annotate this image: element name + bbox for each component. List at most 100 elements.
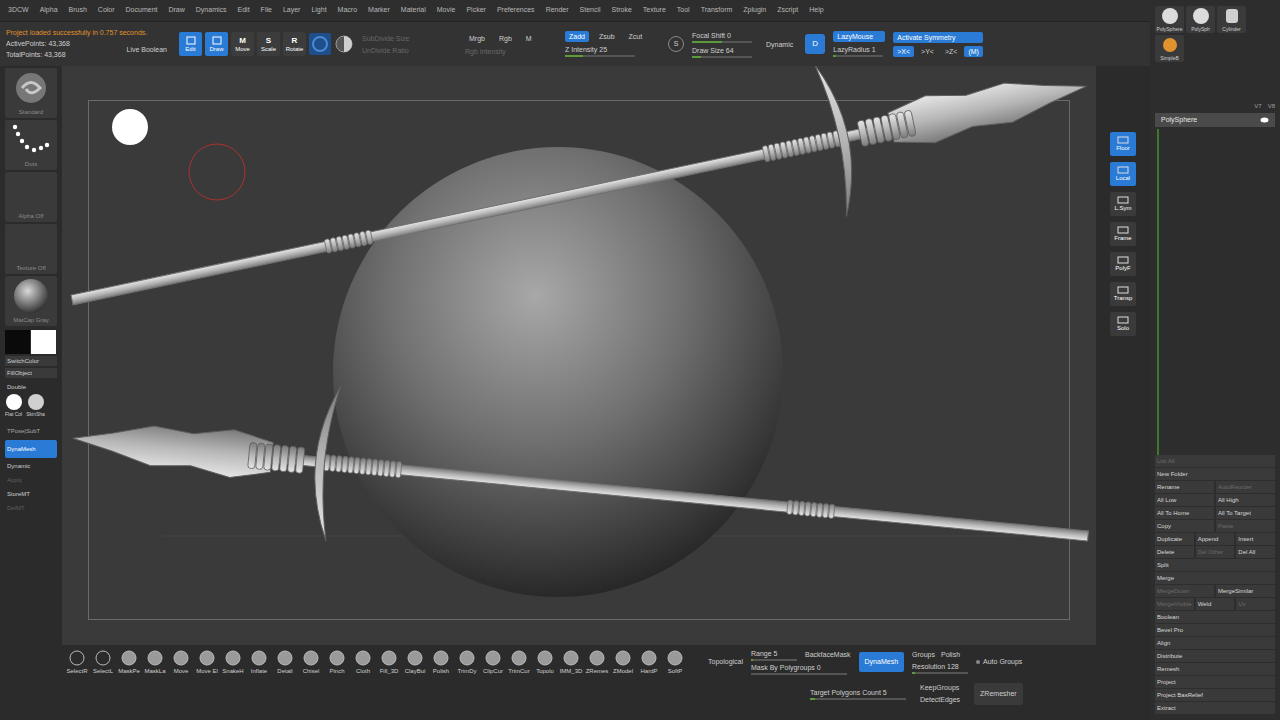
dynamic-button[interactable]: Dynamic <box>762 39 797 50</box>
menu-item[interactable]: Edit <box>238 5 250 16</box>
shelf-button[interactable]: Dynamic <box>5 460 57 472</box>
shelf-toggle[interactable]: Floor <box>1110 132 1136 156</box>
shader-button[interactable]: Flat Col <box>5 394 22 418</box>
action-button[interactable]: Project <box>1155 676 1275 688</box>
color-mode-button[interactable]: M <box>522 33 536 44</box>
lazy-radius-slider[interactable]: LazyRadius 1 <box>833 45 883 57</box>
z-mode-button[interactable]: Zadd <box>565 31 589 42</box>
resolution-slider[interactable]: Resolution 128 <box>912 662 968 674</box>
mode-button[interactable]: MMove <box>231 32 254 56</box>
axis-button[interactable]: (M) <box>964 46 983 57</box>
viewport-canvas[interactable] <box>62 66 1096 645</box>
menu-item[interactable]: Alpha <box>40 5 58 16</box>
menu-item[interactable]: Texture <box>643 5 666 16</box>
brush-slot[interactable]: Cloth <box>350 649 376 675</box>
brush-slot[interactable]: TrimCur <box>506 649 532 675</box>
transpose-icon[interactable] <box>334 34 354 54</box>
menu-item[interactable]: Marker <box>368 5 390 16</box>
shelf-thumbnail[interactable]: Standard <box>5 68 57 118</box>
menu-item[interactable]: Material <box>401 5 426 16</box>
brush-slot[interactable]: ZModel <box>610 649 636 675</box>
mode-button[interactable]: SScale <box>257 32 280 56</box>
shelf-button[interactable]: DelMT <box>5 502 57 514</box>
brush-slot[interactable]: MaskPe <box>116 649 142 675</box>
brush-slot[interactable]: Pinch <box>324 649 350 675</box>
tool-thumbnail[interactable]: PolySph <box>1186 6 1215 33</box>
symmetry-button[interactable]: Activate Symmetry <box>893 32 983 43</box>
action-button[interactable]: MergeSimilar <box>1216 585 1275 597</box>
shelf-toggle[interactable]: Solo <box>1110 312 1136 336</box>
menu-item[interactable]: Movie <box>437 5 456 16</box>
shelf-toggle[interactable]: Transp <box>1110 282 1136 306</box>
brush-slot[interactable]: SoftP <box>662 649 688 675</box>
action-button[interactable]: Boolean <box>1155 611 1275 623</box>
fill-object-button[interactable]: FillObject <box>5 368 57 378</box>
shelf-thumbnail[interactable]: Texture Off <box>5 224 57 274</box>
focal-shift-slider[interactable]: Focal Shift 0 <box>692 31 752 43</box>
action-button[interactable]: Bevel Pro <box>1155 624 1275 636</box>
shelf-button[interactable]: Apply <box>5 474 57 486</box>
rgb-intensity-slider[interactable]: Rgb Intensity <box>465 47 557 56</box>
action-button[interactable]: Duplicate <box>1155 533 1194 545</box>
shelf-toggle[interactable]: L.Sym <box>1110 192 1136 216</box>
color-mode-button[interactable]: Mrgb <box>465 33 489 44</box>
dynamesh-remesh-button[interactable]: DynaMesh <box>859 652 904 673</box>
brush-slot[interactable]: HardP <box>636 649 662 675</box>
backface-mask-button[interactable]: BackfaceMask <box>805 650 851 661</box>
action-button[interactable]: Extract <box>1155 702 1275 714</box>
auto-groups-toggle[interactable]: Auto Groups <box>976 657 1022 668</box>
menu-item[interactable]: Render <box>546 5 569 16</box>
action-button[interactable]: Remesh <box>1155 663 1275 675</box>
menu-item[interactable]: Zplugin <box>743 5 766 16</box>
shelf-button[interactable]: StoreMT <box>5 488 57 500</box>
action-button[interactable]: Del Other <box>1196 546 1235 558</box>
brush-slot[interactable]: IMM_3D <box>558 649 584 675</box>
topological-button[interactable]: Topological <box>708 657 743 668</box>
action-button[interactable]: Append <box>1196 533 1235 545</box>
action-button[interactable]: Project BasRelief <box>1155 689 1275 701</box>
shelf-toggle[interactable]: PolyF <box>1110 252 1136 276</box>
mode-button[interactable]: Edit <box>179 32 202 56</box>
axis-button[interactable]: >Y< <box>917 46 938 57</box>
action-button[interactable]: List All <box>1155 455 1275 467</box>
brush-slot[interactable]: ClayBui <box>402 649 428 675</box>
d-key[interactable]: D <box>805 34 825 54</box>
action-button[interactable]: Insert <box>1236 533 1275 545</box>
color-swatch[interactable] <box>31 330 56 354</box>
menu-item[interactable]: Document <box>126 5 158 16</box>
subdivide-slider[interactable]: SubDivide Size <box>362 34 457 43</box>
double-button[interactable]: Double <box>5 382 57 392</box>
mode-button[interactable]: Draw <box>205 32 228 56</box>
menu-item[interactable]: Transform <box>701 5 733 16</box>
shelf-thumbnail[interactable]: Alpha Off <box>5 172 57 222</box>
brush-slot[interactable]: MaskLa <box>142 649 168 675</box>
action-button[interactable]: Del All <box>1236 546 1275 558</box>
action-button[interactable]: Uv <box>1236 598 1275 610</box>
mode-button[interactable]: RRotate <box>283 32 306 56</box>
menu-item[interactable]: Light <box>311 5 326 16</box>
tool-thumbnail[interactable]: SimpleB <box>1155 35 1184 62</box>
color-swatch[interactable] <box>5 330 30 354</box>
shelf-toggle[interactable]: Frame <box>1110 222 1136 246</box>
menu-item[interactable]: Help <box>809 5 823 16</box>
groups-button[interactable]: Groups <box>912 650 935 661</box>
z-intensity-slider[interactable]: Z Intensity 25 <box>565 45 635 57</box>
shelf-thumbnail[interactable]: MatCap Gray <box>5 276 57 326</box>
brush-slot[interactable]: Inflate <box>246 649 272 675</box>
eye-icon[interactable] <box>1260 117 1269 123</box>
shelf-toggle[interactable]: Local <box>1110 162 1136 186</box>
polysphere-model[interactable] <box>333 147 783 597</box>
brush-slot[interactable]: Fill_3D <box>376 649 402 675</box>
menu-item[interactable]: Dynamics <box>196 5 227 16</box>
action-button[interactable]: AutoReorder <box>1216 481 1275 493</box>
switch-color-button[interactable]: SwitchColor <box>5 356 57 366</box>
menu-item[interactable]: Zscript <box>777 5 798 16</box>
menu-item[interactable]: Stencil <box>580 5 601 16</box>
mask-polygroups-slider[interactable]: Mask By Polygroups 0 <box>751 663 847 675</box>
menu-item[interactable]: Brush <box>69 5 87 16</box>
brush-slot[interactable]: SelectR <box>64 649 90 675</box>
subdivide-slider[interactable]: UnDivide Ratio <box>362 46 457 55</box>
brush-slot[interactable]: Topolo <box>532 649 558 675</box>
action-button[interactable]: All To Home <box>1155 507 1214 519</box>
menu-item[interactable]: 3DCW <box>8 5 29 16</box>
